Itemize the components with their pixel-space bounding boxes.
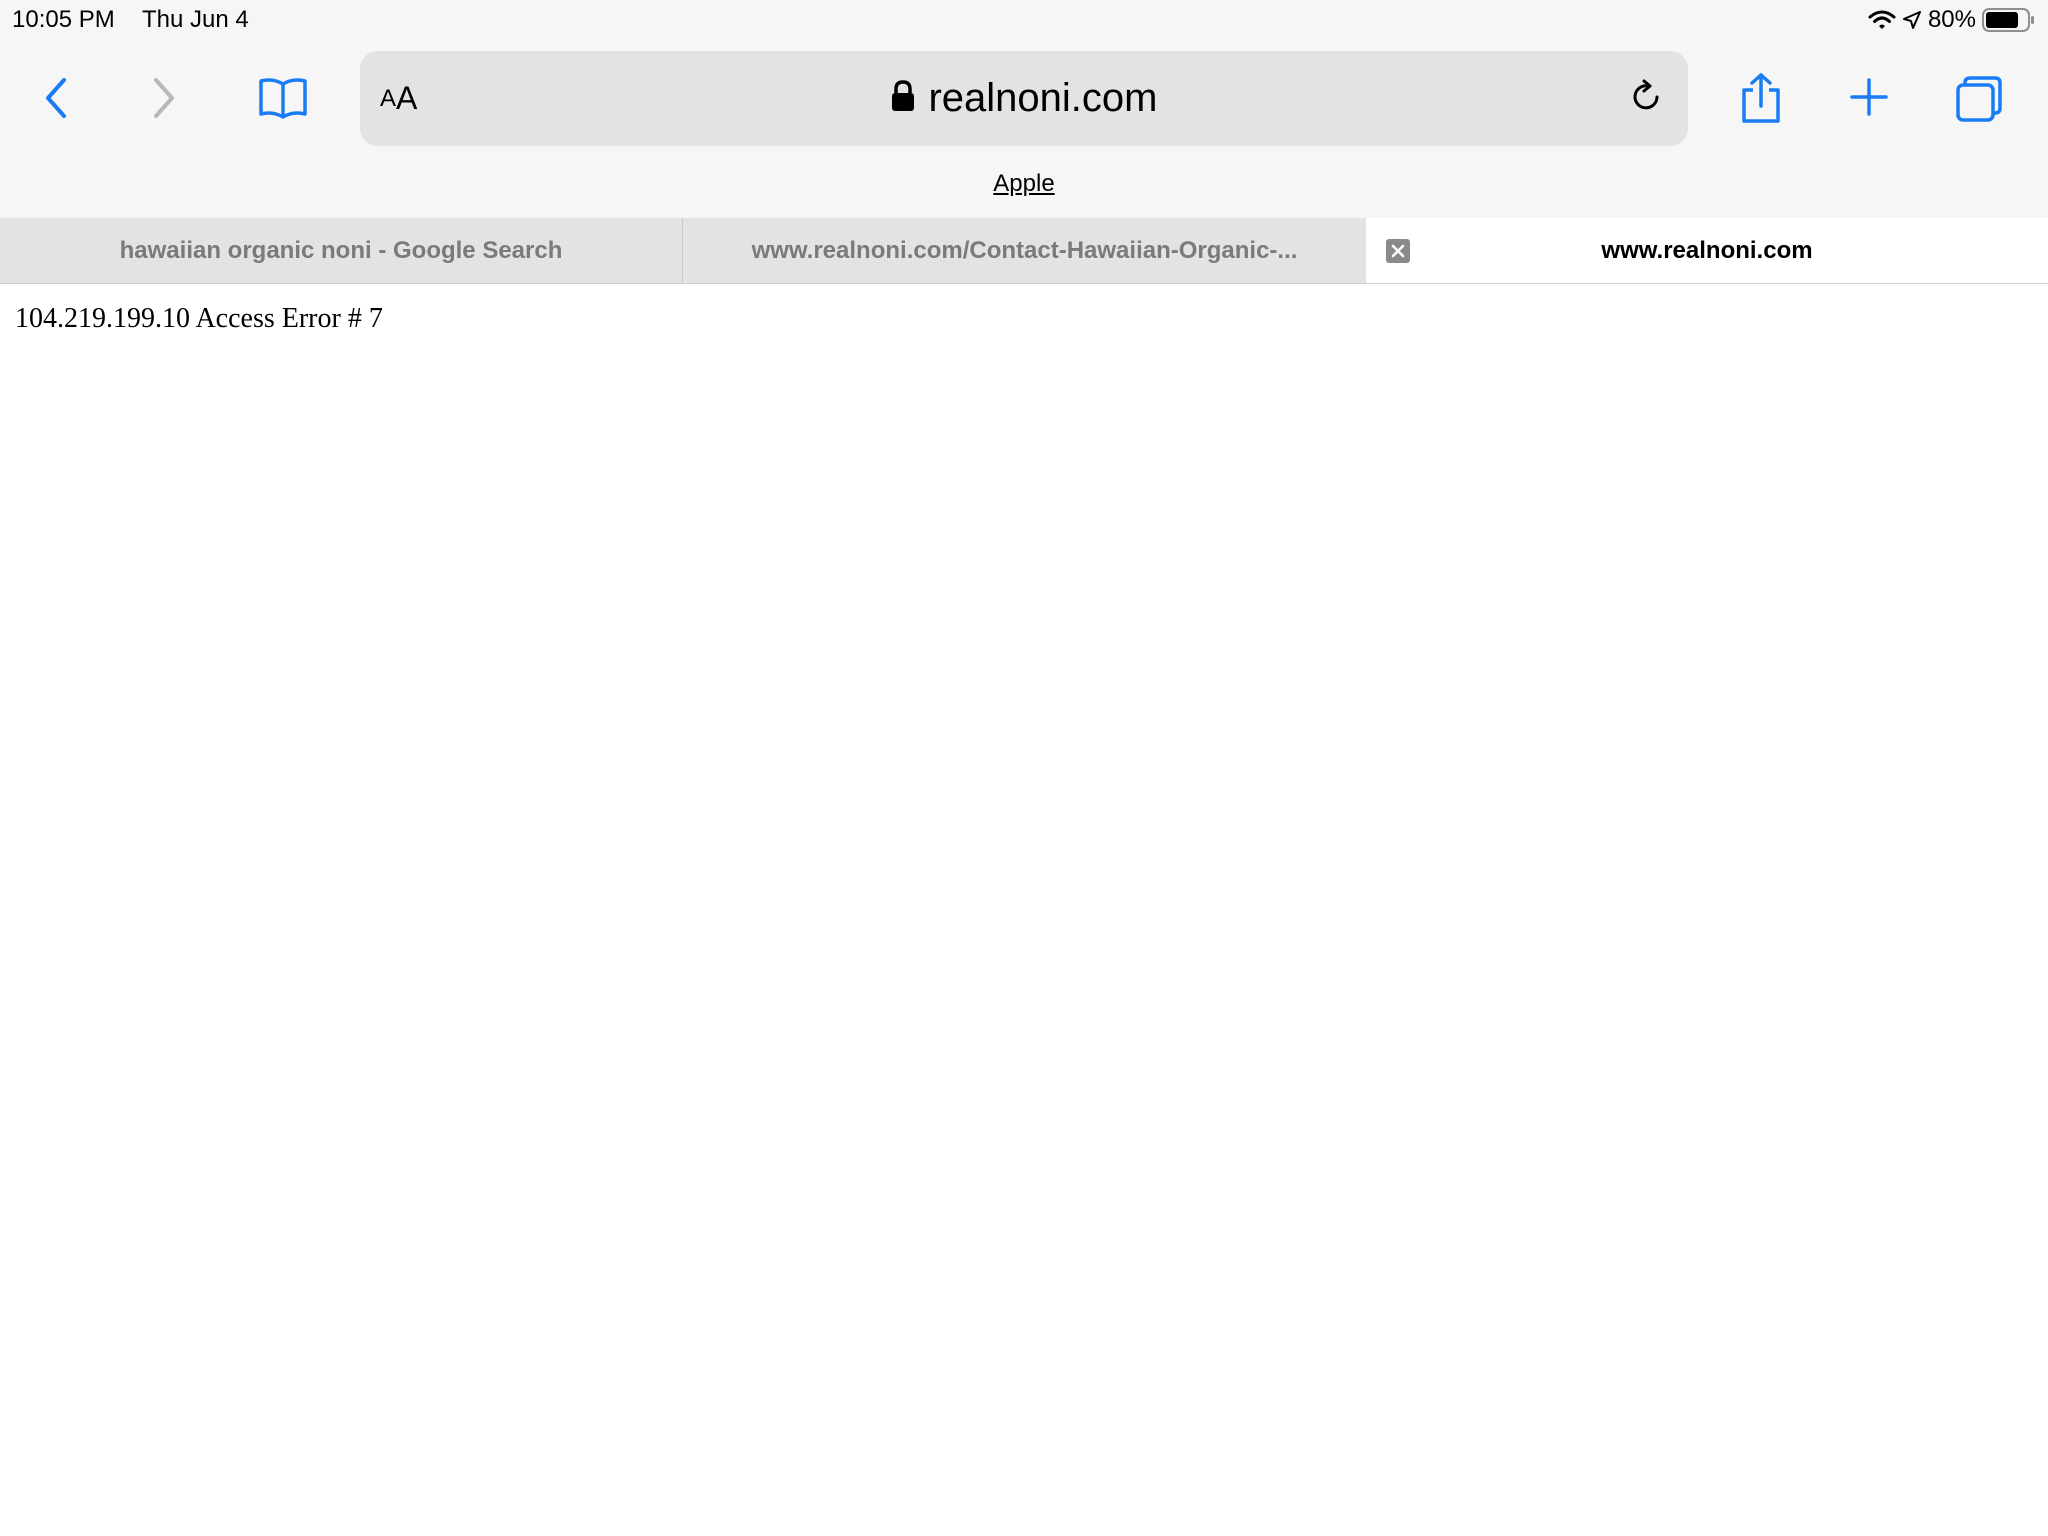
tab-close-button[interactable] xyxy=(1386,239,1410,263)
tab-realnoni-active[interactable]: www.realnoni.com xyxy=(1366,218,2048,283)
reload-button[interactable] xyxy=(1630,51,1664,146)
tab-title: hawaiian organic noni - Google Search xyxy=(119,236,563,264)
tabs-overview-button[interactable] xyxy=(1954,74,2004,124)
browser-chrome: 10:05 PM Thu Jun 4 80% A A realnoni.com … xyxy=(0,0,2048,218)
bookmarks-button[interactable] xyxy=(255,72,311,124)
tabs-overview-icon xyxy=(1955,75,2003,123)
web-content: 104.219.199.10 Access Error # 7 xyxy=(0,285,2048,1536)
close-icon xyxy=(1391,237,1405,265)
bookmarks-book-icon xyxy=(258,76,308,120)
tab-google-search[interactable]: hawaiian organic noni - Google Search xyxy=(0,218,683,283)
status-date: Thu Jun 4 xyxy=(142,6,249,33)
forward-button[interactable] xyxy=(138,70,190,126)
reload-icon xyxy=(1630,78,1664,119)
favorites-item-apple[interactable]: Apple xyxy=(993,170,1054,197)
share-icon xyxy=(1741,72,1781,124)
wifi-icon xyxy=(1868,9,1896,31)
status-indicators: 80% xyxy=(1868,4,2036,36)
lock-icon xyxy=(890,79,916,118)
share-button[interactable] xyxy=(1740,70,1782,126)
location-arrow-icon xyxy=(1902,10,1922,30)
tab-title: www.realnoni.com xyxy=(1601,236,1813,264)
new-tab-button[interactable] xyxy=(1848,76,1890,118)
status-time: 10:05 PM xyxy=(12,6,115,33)
address-url-area[interactable]: realnoni.com xyxy=(360,51,1688,146)
back-button[interactable] xyxy=(30,70,82,126)
favorites-bar: Apple xyxy=(0,170,2048,198)
plus-icon xyxy=(1850,78,1888,116)
tab-title: www.realnoni.com/Contact-Hawaiian-Organi… xyxy=(751,236,1298,264)
back-chevron-icon xyxy=(42,76,70,120)
tab-strip: hawaiian organic noni - Google Search ww… xyxy=(0,218,2048,284)
forward-chevron-icon xyxy=(150,76,178,120)
access-error-message: 104.219.199.10 Access Error # 7 xyxy=(15,303,383,334)
battery-percent: 80% xyxy=(1927,6,1976,33)
address-url-text: realnoni.com xyxy=(928,76,1158,120)
address-bar[interactable]: AA realnoni.com xyxy=(360,51,1688,146)
battery-icon xyxy=(1982,7,2036,33)
tab-realnoni-contact[interactable]: www.realnoni.com/Contact-Hawaiian-Organi… xyxy=(683,218,1366,283)
